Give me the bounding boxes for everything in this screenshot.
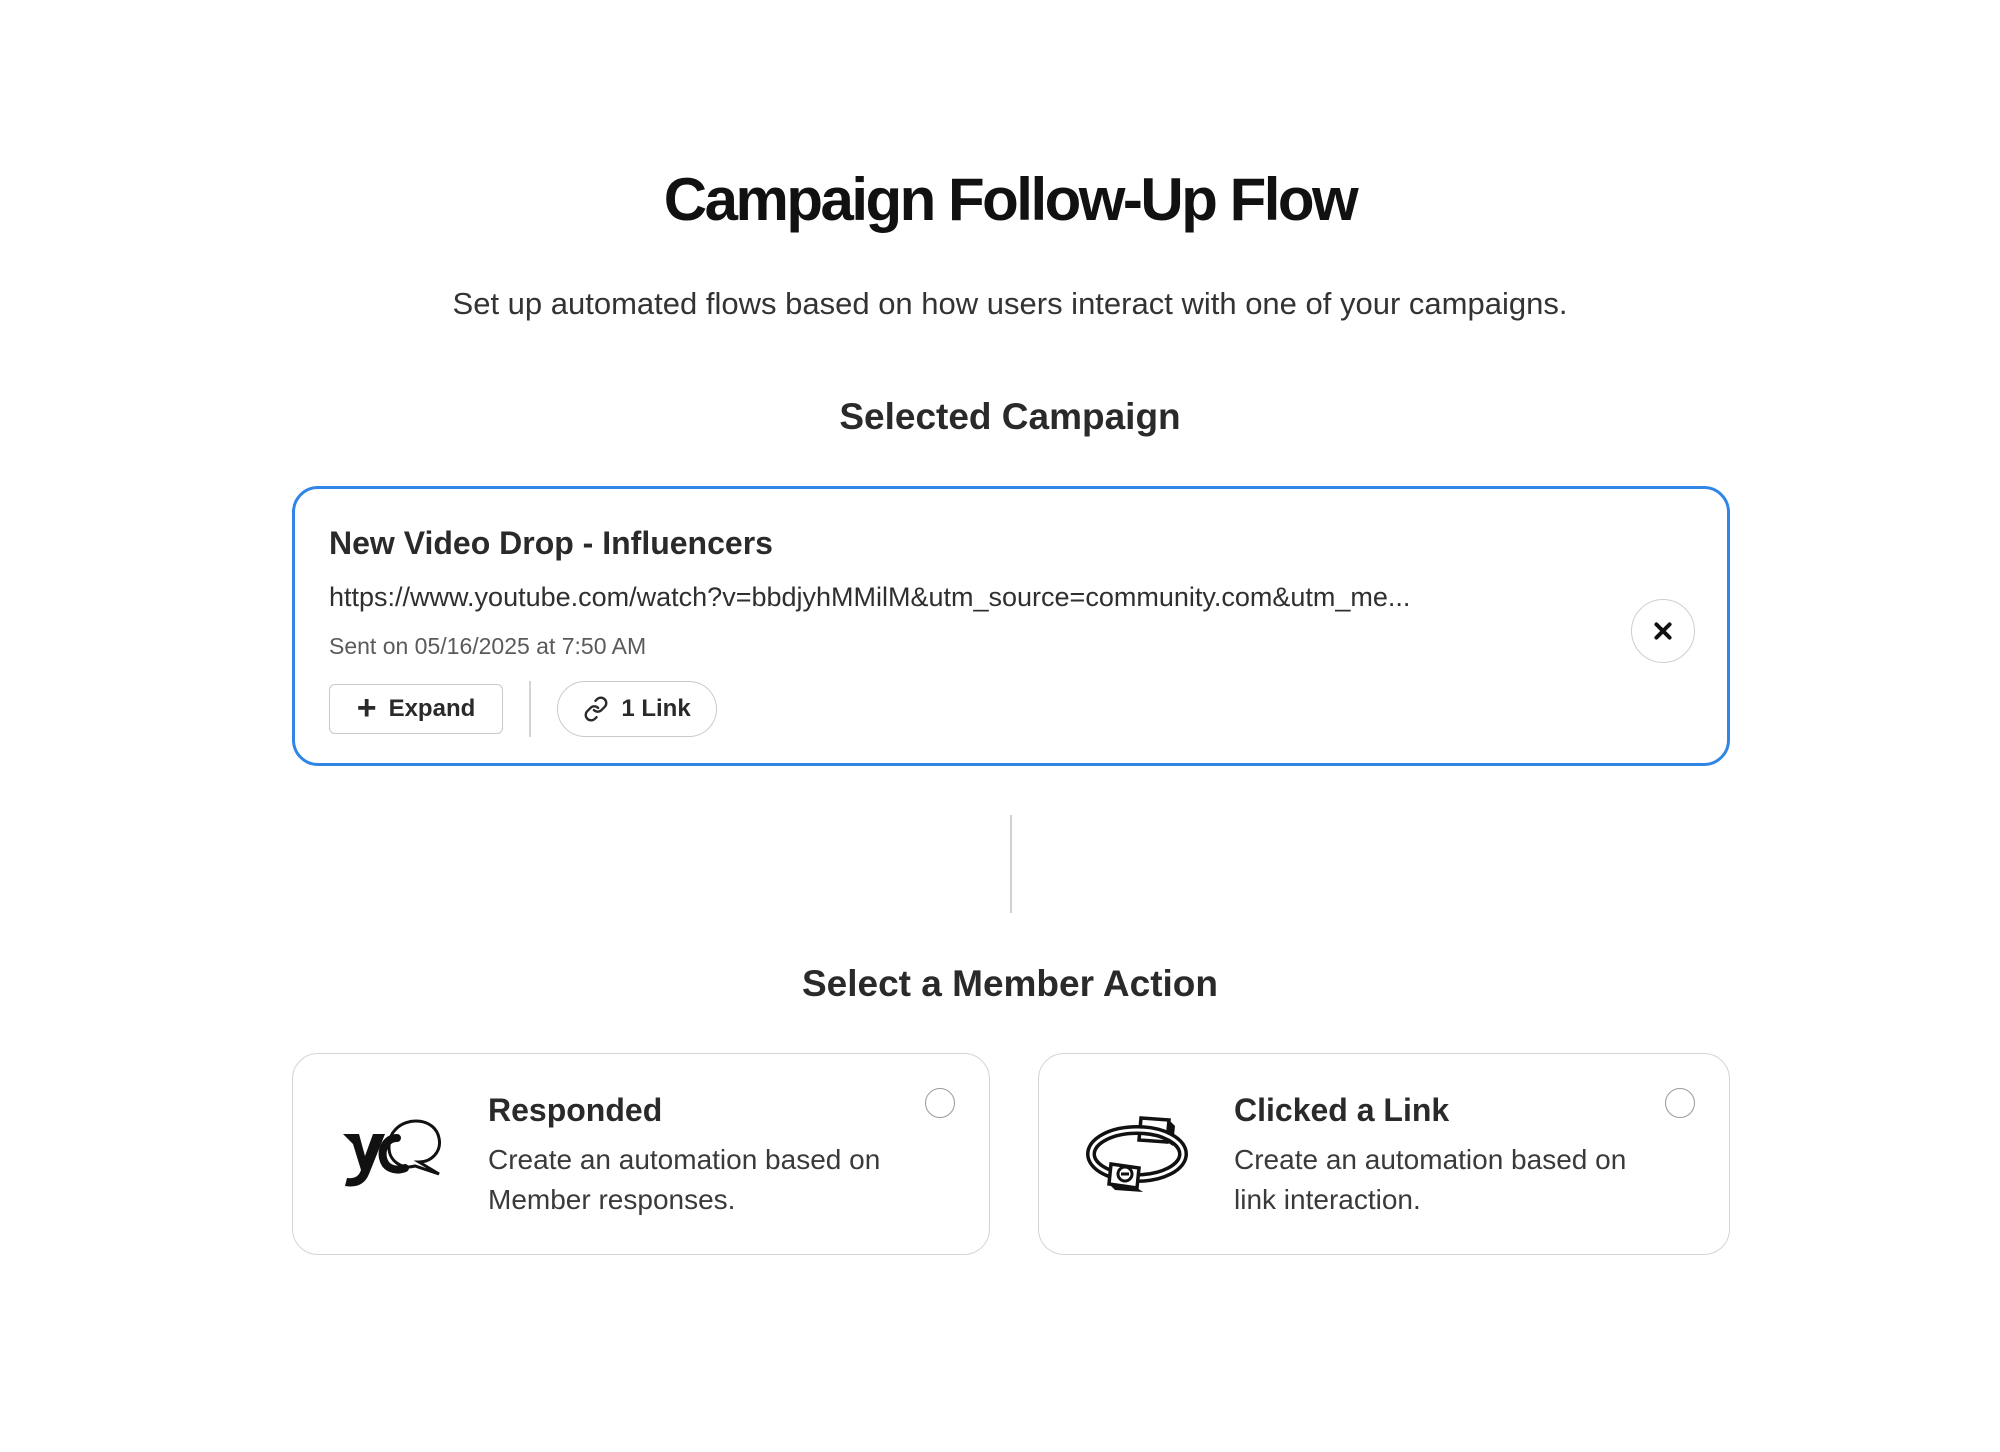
action-description: Create an automation based on link inter… [1234, 1144, 1627, 1215]
plus-icon: + [356, 688, 377, 727]
page-title: Campaign Follow-Up Flow [663, 166, 1359, 233]
close-icon [1654, 622, 1672, 640]
flow-connector-line [1010, 815, 1012, 913]
speech-bubble-icon [343, 1119, 441, 1187]
links-button-label: 1 Link [621, 695, 691, 722]
links-button[interactable]: 1 Link [557, 681, 717, 737]
selected-campaign-heading: Selected Campaign [839, 396, 1181, 437]
button-divider [529, 681, 531, 737]
action-option-clicked-link[interactable]: Clicked a Link Create an automation base… [1038, 1053, 1730, 1255]
radio-responded[interactable] [925, 1088, 955, 1118]
chain-link-icon [1086, 1116, 1188, 1192]
expand-button[interactable]: + Expand [329, 684, 503, 734]
selected-campaign-card: New Video Drop - Influencers https://www… [292, 486, 1730, 766]
member-action-heading: Select a Member Action [801, 963, 1219, 1004]
campaign-sent-date: Sent on 05/16/2025 at 7:50 AM [329, 633, 647, 659]
action-title: Responded [488, 1092, 663, 1128]
action-option-responded[interactable]: Responded Create an automation based on … [292, 1053, 990, 1255]
radio-clicked-link[interactable] [1665, 1088, 1695, 1118]
action-description: Create an automation based on Member res… [488, 1144, 881, 1215]
remove-campaign-button[interactable] [1631, 599, 1695, 663]
campaign-url: https://www.youtube.com/watch?v=bbdjyhMM… [329, 582, 1411, 612]
campaign-name: New Video Drop - Influencers [329, 525, 773, 561]
link-icon [584, 696, 608, 722]
action-title: Clicked a Link [1234, 1092, 1450, 1128]
page-subtitle: Set up automated flows based on how user… [452, 286, 1568, 321]
expand-button-label: Expand [388, 695, 476, 722]
